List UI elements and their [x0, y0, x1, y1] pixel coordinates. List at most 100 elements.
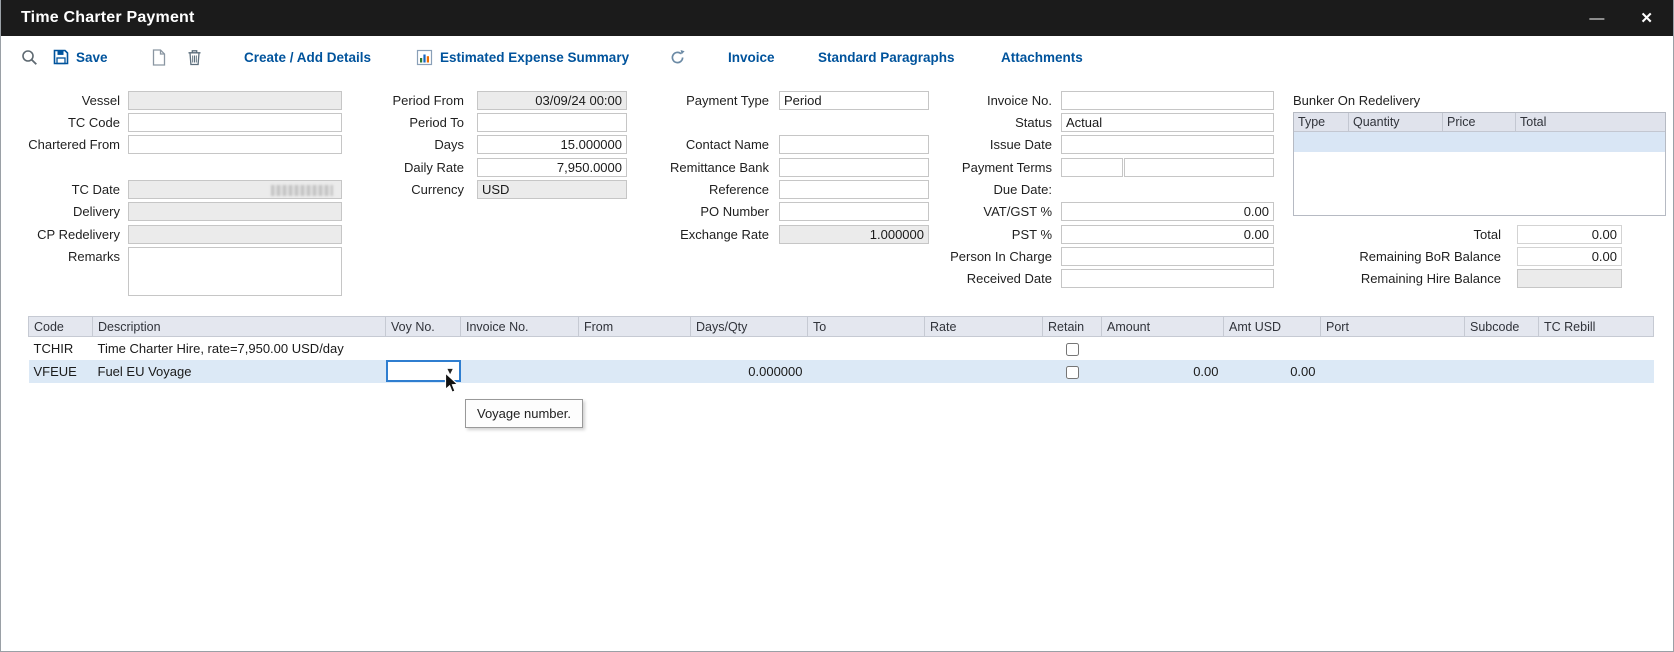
bunker-table-header: Type Quantity Price Total — [1294, 113, 1665, 132]
cell-amt-usd[interactable]: 0.00 — [1224, 360, 1321, 383]
create-add-details-button[interactable]: Create / Add Details — [244, 36, 371, 78]
daily-rate-field[interactable] — [477, 158, 627, 177]
col-amt-usd[interactable]: Amt USD — [1224, 317, 1321, 337]
cell-port[interactable] — [1321, 337, 1465, 360]
grid-row-tchir[interactable]: TCHIR Time Charter Hire, rate=7,950.00 U… — [29, 337, 1654, 360]
cell-from[interactable] — [579, 337, 691, 360]
cell-days-qty[interactable]: 0.000000 — [691, 360, 808, 383]
col-days-qty[interactable]: Days/Qty — [691, 317, 808, 337]
cell-voy-no[interactable] — [386, 337, 461, 360]
create-add-details-label: Create / Add Details — [244, 50, 371, 65]
col-voy-no[interactable]: Voy No. — [386, 317, 461, 337]
save-button[interactable]: Save — [53, 36, 108, 78]
invoice-label: Invoice — [728, 50, 775, 65]
bunker-col-total: Total — [1516, 113, 1665, 131]
window-title: Time Charter Payment — [21, 9, 195, 27]
col-description[interactable]: Description — [93, 317, 386, 337]
remarks-field[interactable] — [128, 247, 342, 296]
search-icon — [21, 49, 38, 66]
cell-subcode[interactable] — [1465, 337, 1539, 360]
received-date-field[interactable] — [1061, 269, 1274, 288]
cell-days-qty[interactable] — [691, 337, 808, 360]
issue-date-field[interactable] — [1061, 135, 1274, 154]
window-controls: — ✕ — [1589, 11, 1653, 26]
cell-description[interactable]: Fuel EU Voyage — [93, 360, 386, 383]
save-icon — [53, 49, 69, 65]
refresh-button[interactable] — [669, 36, 686, 78]
tc-code-field[interactable] — [128, 113, 342, 132]
mouse-cursor — [444, 372, 462, 396]
col-amount[interactable]: Amount — [1102, 317, 1224, 337]
col-retain[interactable]: Retain — [1043, 317, 1102, 337]
person-in-charge-label: Person In Charge — [906, 247, 1054, 266]
search-button[interactable] — [21, 36, 38, 78]
period-from-label: Period From — [351, 91, 466, 110]
cell-rate[interactable] — [925, 360, 1043, 383]
minimize-button[interactable]: — — [1589, 11, 1604, 26]
bunker-col-quantity: Quantity — [1349, 113, 1443, 131]
cell-port[interactable] — [1321, 360, 1465, 383]
cell-subcode[interactable] — [1465, 360, 1539, 383]
tc-date-field — [128, 180, 342, 199]
cell-retain — [1043, 360, 1102, 383]
standard-paragraphs-button[interactable]: Standard Paragraphs — [818, 36, 955, 78]
col-code[interactable]: Code — [29, 317, 93, 337]
invoice-button[interactable]: Invoice — [728, 36, 775, 78]
retain-checkbox[interactable] — [1066, 343, 1079, 356]
cell-to[interactable] — [808, 360, 925, 383]
bunker-col-type: Type — [1294, 113, 1349, 131]
cell-to[interactable] — [808, 337, 925, 360]
col-rate[interactable]: Rate — [925, 317, 1043, 337]
daily-rate-label: Daily Rate — [351, 158, 466, 177]
chartered-from-field[interactable] — [128, 135, 342, 154]
retain-checkbox[interactable] — [1066, 366, 1079, 379]
grid-row-vfeue[interactable]: VFEUE Fuel EU Voyage ▼ 0.000000 0.00 0.0… — [29, 360, 1654, 383]
payment-terms-label: Payment Terms — [906, 158, 1054, 177]
payment-terms-code-field[interactable] — [1061, 158, 1123, 177]
payment-terms-desc-field[interactable] — [1124, 158, 1274, 177]
cell-description[interactable]: Time Charter Hire, rate=7,950.00 USD/day — [93, 337, 386, 360]
cp-redelivery-field — [128, 225, 342, 244]
issue-date-label: Issue Date — [906, 135, 1054, 154]
cell-tc-rebill[interactable] — [1539, 337, 1654, 360]
cell-amount[interactable]: 0.00 — [1102, 360, 1224, 383]
col-from[interactable]: From — [579, 317, 691, 337]
col-tc-rebill[interactable]: TC Rebill — [1539, 317, 1654, 337]
estimated-expense-summary-button[interactable]: Estimated Expense Summary — [416, 36, 629, 78]
bunker-on-redelivery-title: Bunker On Redelivery — [1293, 91, 1513, 110]
col-invoice-no[interactable]: Invoice No. — [461, 317, 579, 337]
close-button[interactable]: ✕ — [1640, 11, 1653, 26]
status-field[interactable] — [1061, 113, 1274, 132]
vat-gst-label: VAT/GST % — [906, 202, 1054, 221]
days-field[interactable] — [477, 135, 627, 154]
document-button[interactable] — [151, 36, 166, 78]
cell-amount[interactable] — [1102, 337, 1224, 360]
grid-header-row: Code Description Voy No. Invoice No. Fro… — [29, 317, 1654, 337]
pst-field[interactable] — [1061, 225, 1274, 244]
attachments-button[interactable]: Attachments — [1001, 36, 1083, 78]
cell-from[interactable] — [579, 360, 691, 383]
cell-code[interactable]: TCHIR — [29, 337, 93, 360]
col-to[interactable]: To — [808, 317, 925, 337]
vat-gst-field[interactable] — [1061, 202, 1274, 221]
delete-button[interactable] — [187, 36, 202, 78]
currency-field — [477, 180, 627, 199]
tc-code-label: TC Code — [1, 113, 122, 132]
col-subcode[interactable]: Subcode — [1465, 317, 1539, 337]
period-to-field[interactable] — [477, 113, 627, 132]
person-in-charge-field[interactable] — [1061, 247, 1274, 266]
cell-code[interactable]: VFEUE — [29, 360, 93, 383]
cell-invoice-no[interactable] — [461, 360, 579, 383]
reference-label: Reference — [641, 180, 771, 199]
invoice-no-field[interactable] — [1061, 91, 1274, 110]
cell-rate[interactable] — [925, 337, 1043, 360]
cell-amt-usd[interactable] — [1224, 337, 1321, 360]
vessel-field — [128, 91, 342, 110]
received-date-label: Received Date — [906, 269, 1054, 288]
payment-type-label: Payment Type — [641, 91, 771, 110]
cell-tc-rebill[interactable] — [1539, 360, 1654, 383]
col-port[interactable]: Port — [1321, 317, 1465, 337]
cell-invoice-no[interactable] — [461, 337, 579, 360]
pst-label: PST % — [906, 225, 1054, 244]
bunker-empty-row[interactable] — [1294, 132, 1665, 152]
